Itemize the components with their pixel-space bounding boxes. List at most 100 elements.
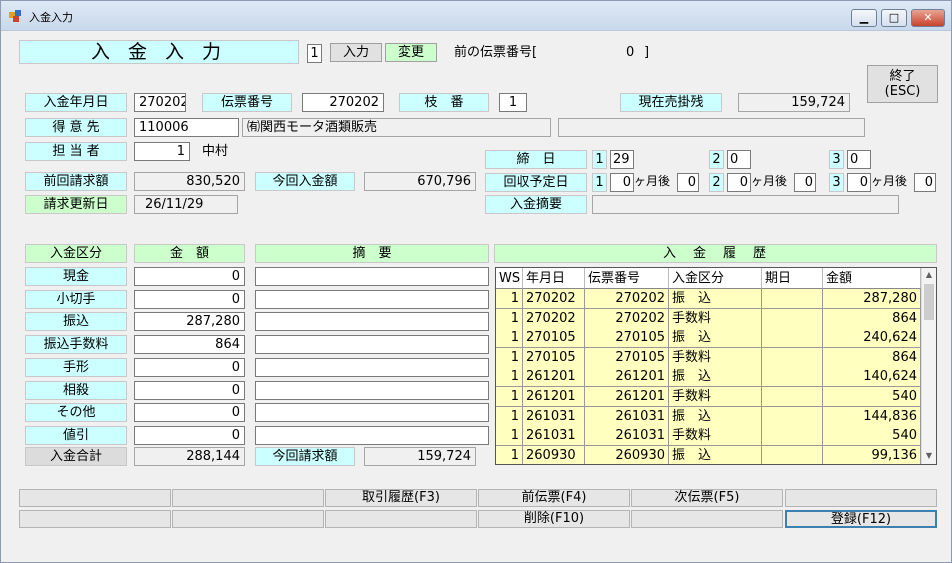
input-mode-button[interactable]: 入力 <box>330 43 382 62</box>
change-mode-button[interactable]: 変更 <box>385 43 437 62</box>
history-cell-6-2[interactable]: 261031 <box>585 407 669 427</box>
history-cell-3-4[interactable] <box>762 348 823 368</box>
history-cell-2-5[interactable]: 240,624 <box>823 328 921 348</box>
history-cell-3-5[interactable]: 864 <box>823 348 921 368</box>
fkey-row2-1[interactable] <box>172 510 324 528</box>
cutoff-1-day[interactable]: 29 <box>610 150 634 169</box>
payment-memo-input-2[interactable] <box>255 312 489 331</box>
scroll-thumb[interactable] <box>924 284 934 320</box>
fkey-row1-0[interactable] <box>19 489 171 507</box>
payment-memo-input-6[interactable] <box>255 403 489 422</box>
fkey-row1-1[interactable] <box>172 489 324 507</box>
payment-amount-input-3[interactable]: 864 <box>134 335 245 354</box>
payment-amount-input-7[interactable]: 0 <box>134 426 245 445</box>
history-col-2[interactable]: 伝票番号 <box>585 268 669 289</box>
fkey-row2-5[interactable]: 登録(F12) <box>785 510 937 528</box>
history-cell-1-3[interactable]: 手数料 <box>669 309 762 329</box>
fkey-row1-2[interactable]: 取引履歴(F3) <box>325 489 477 507</box>
close-button[interactable]: ✕ <box>911 9 945 27</box>
collection-1-month[interactable]: 0 <box>610 173 634 192</box>
history-cell-3-1[interactable]: 270105 <box>523 348 585 368</box>
history-cell-8-4[interactable] <box>762 446 823 464</box>
history-cell-4-0[interactable]: 1 <box>496 367 523 387</box>
history-cell-0-4[interactable] <box>762 289 823 309</box>
payment-amount-input-2[interactable]: 287,280 <box>134 312 245 331</box>
cutoff-2-day[interactable]: 0 <box>727 150 751 169</box>
payment-amount-input-0[interactable]: 0 <box>134 267 245 286</box>
collection-3-month[interactable]: 0 <box>847 173 871 192</box>
date-input[interactable]: 270202 <box>134 93 186 112</box>
history-scrollbar[interactable]: ▲ ▼ <box>921 268 936 464</box>
fkey-row1-3[interactable]: 前伝票(F4) <box>478 489 630 507</box>
payment-memo-input-4[interactable] <box>255 358 489 377</box>
fkey-row2-3[interactable]: 削除(F10) <box>478 510 630 528</box>
cutoff-3-day[interactable]: 0 <box>847 150 871 169</box>
history-cell-2-1[interactable]: 270105 <box>523 328 585 348</box>
history-grid[interactable]: WS 年月日 伝票番号 入金区分 期日 金額 1 270202 270202 振 込 287,28… <box>495 267 937 465</box>
payment-amount-input-6[interactable]: 0 <box>134 403 245 422</box>
payment-memo-input-5[interactable] <box>255 381 489 400</box>
scroll-down-icon[interactable]: ▼ <box>922 449 936 463</box>
history-cell-5-0[interactable]: 1 <box>496 387 523 407</box>
payment-memo-input-3[interactable] <box>255 335 489 354</box>
history-cell-3-0[interactable]: 1 <box>496 348 523 368</box>
history-cell-8-2[interactable]: 260930 <box>585 446 669 464</box>
history-cell-5-1[interactable]: 261201 <box>523 387 585 407</box>
history-cell-2-0[interactable]: 1 <box>496 328 523 348</box>
history-cell-1-4[interactable] <box>762 309 823 329</box>
payment-memo-input-7[interactable] <box>255 426 489 445</box>
history-cell-5-2[interactable]: 261201 <box>585 387 669 407</box>
payment-memo-input-1[interactable] <box>255 290 489 309</box>
history-cell-1-1[interactable]: 270202 <box>523 309 585 329</box>
exit-button[interactable]: 終了 (ESC) <box>867 65 938 103</box>
payment-amount-input-1[interactable]: 0 <box>134 290 245 309</box>
fkey-row2-0[interactable] <box>19 510 171 528</box>
history-cell-7-1[interactable]: 261031 <box>523 426 585 446</box>
history-cell-6-5[interactable]: 144,836 <box>823 407 921 427</box>
history-cell-2-3[interactable]: 振 込 <box>669 328 762 348</box>
history-cell-1-5[interactable]: 864 <box>823 309 921 329</box>
history-cell-0-5[interactable]: 287,280 <box>823 289 921 309</box>
history-cell-5-5[interactable]: 540 <box>823 387 921 407</box>
history-cell-8-0[interactable]: 1 <box>496 446 523 464</box>
fkey-row1-4[interactable]: 次伝票(F5) <box>631 489 783 507</box>
fkey-row2-2[interactable] <box>325 510 477 528</box>
staff-code-input[interactable]: 1 <box>134 142 190 161</box>
history-cell-8-5[interactable]: 99,136 <box>823 446 921 464</box>
history-cell-8-1[interactable]: 260930 <box>523 446 585 464</box>
slip-input[interactable]: 270202 <box>302 93 384 112</box>
history-cell-1-0[interactable]: 1 <box>496 309 523 329</box>
mode-input[interactable]: 1 <box>307 44 322 63</box>
history-cell-1-2[interactable]: 270202 <box>585 309 669 329</box>
history-cell-2-4[interactable] <box>762 328 823 348</box>
collection-2-day[interactable]: 0 <box>794 173 816 192</box>
history-col-5[interactable]: 金額 <box>823 268 921 289</box>
history-cell-7-5[interactable]: 540 <box>823 426 921 446</box>
history-cell-5-3[interactable]: 手数料 <box>669 387 762 407</box>
customer-code-input[interactable]: 110006 <box>134 118 239 137</box>
history-cell-6-0[interactable]: 1 <box>496 407 523 427</box>
history-col-1[interactable]: 年月日 <box>523 268 585 289</box>
history-cell-0-2[interactable]: 270202 <box>585 289 669 309</box>
maximize-button[interactable]: □ <box>881 9 907 27</box>
history-cell-6-3[interactable]: 振 込 <box>669 407 762 427</box>
history-cell-4-2[interactable]: 261201 <box>585 367 669 387</box>
collection-3-day[interactable]: 0 <box>914 173 936 192</box>
minimize-button[interactable]: ▁ <box>851 9 877 27</box>
history-col-4[interactable]: 期日 <box>762 268 823 289</box>
collection-2-month[interactable]: 0 <box>727 173 751 192</box>
history-cell-0-3[interactable]: 振 込 <box>669 289 762 309</box>
history-col-3[interactable]: 入金区分 <box>669 268 762 289</box>
scroll-up-icon[interactable]: ▲ <box>922 268 936 282</box>
history-col-0[interactable]: WS <box>496 268 523 289</box>
history-cell-8-3[interactable]: 振 込 <box>669 446 762 464</box>
history-cell-4-5[interactable]: 140,624 <box>823 367 921 387</box>
payment-amount-input-5[interactable]: 0 <box>134 381 245 400</box>
fkey-row2-4[interactable] <box>631 510 783 528</box>
history-cell-7-4[interactable] <box>762 426 823 446</box>
payment-amount-input-4[interactable]: 0 <box>134 358 245 377</box>
history-cell-0-0[interactable]: 1 <box>496 289 523 309</box>
history-cell-5-4[interactable] <box>762 387 823 407</box>
history-cell-7-3[interactable]: 手数料 <box>669 426 762 446</box>
collection-1-day[interactable]: 0 <box>677 173 699 192</box>
